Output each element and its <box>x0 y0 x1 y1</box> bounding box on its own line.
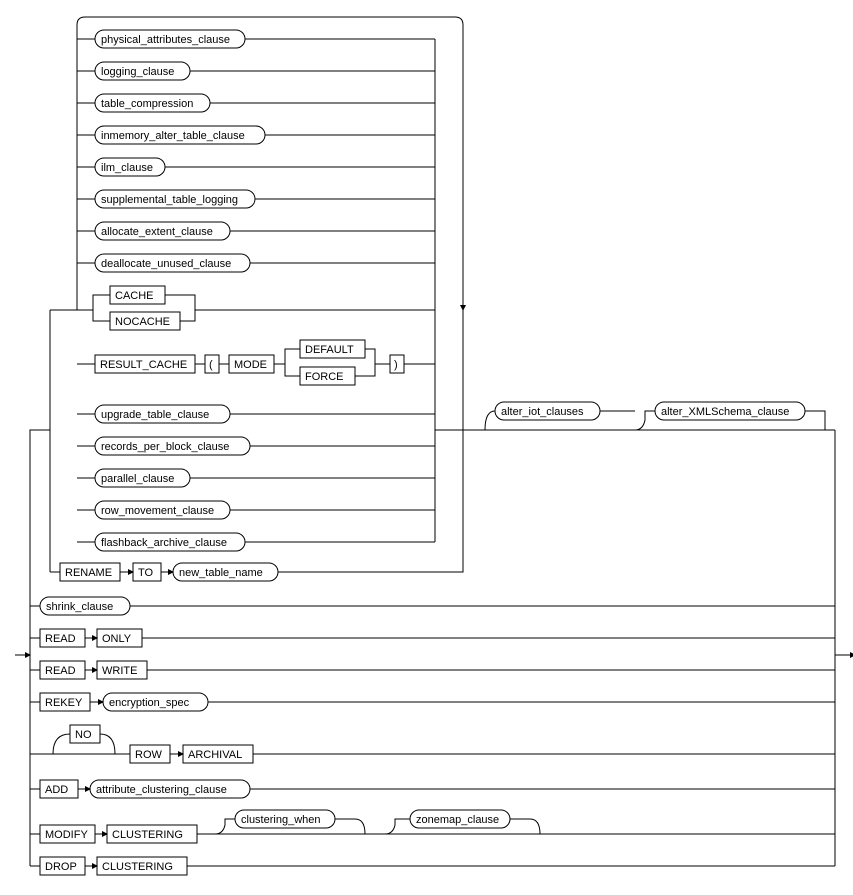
t-clustering1: CLUSTERING <box>112 829 183 841</box>
nt-inmemory: inmemory_alter_table_clause <box>101 130 245 142</box>
nt-deallocate: deallocate_unused_clause <box>101 258 231 270</box>
t-rename: RENAME <box>65 567 112 579</box>
nt-physical-attributes: physical_attributes_clause <box>101 34 230 46</box>
t-clustering2: CLUSTERING <box>102 861 173 873</box>
nt-records-per-block: records_per_block_clause <box>101 441 229 453</box>
t-to: TO <box>138 567 154 579</box>
t-write: WRITE <box>102 665 137 677</box>
t-read1: READ <box>45 633 76 645</box>
nt-row-movement: row_movement_clause <box>101 505 214 517</box>
nt-upgrade-table: upgrade_table_clause <box>101 409 209 421</box>
railroad-diagram: physical_attributes_clause logging_claus… <box>15 15 853 880</box>
t-drop: DROP <box>45 861 77 873</box>
t-only: ONLY <box>102 633 132 645</box>
t-no: NO <box>75 729 92 741</box>
nt-alter-xmlschema: alter_XMLSchema_clause <box>661 406 789 418</box>
nt-new-table-name: new_table_name <box>179 567 263 579</box>
t-lparen: ( <box>209 359 213 371</box>
nt-shrink: shrink_clause <box>46 601 113 613</box>
t-result-cache: RESULT_CACHE <box>100 359 187 371</box>
t-row: ROW <box>135 749 163 761</box>
t-force: FORCE <box>305 371 344 383</box>
t-nocache: NOCACHE <box>115 316 170 328</box>
t-cache: CACHE <box>115 290 154 302</box>
nt-logging-clause: logging_clause <box>101 66 174 78</box>
t-read2: READ <box>45 665 76 677</box>
nt-table-compression: table_compression <box>101 98 193 110</box>
nt-alter-iot: alter_iot_clauses <box>501 406 584 418</box>
nt-supplemental: supplemental_table_logging <box>101 194 238 206</box>
t-mode: MODE <box>234 359 267 371</box>
nt-ilm: ilm_clause <box>101 162 153 174</box>
t-add: ADD <box>45 784 68 796</box>
nt-flashback: flashback_archive_clause <box>101 537 227 549</box>
t-modify: MODIFY <box>45 829 88 841</box>
t-default: DEFAULT <box>305 344 354 356</box>
t-rekey: REKEY <box>45 697 83 709</box>
nt-encryption-spec: encryption_spec <box>109 697 190 709</box>
nt-zonemap: zonemap_clause <box>416 814 499 826</box>
t-rparen: ) <box>394 359 398 371</box>
nt-allocate-extent: allocate_extent_clause <box>101 226 213 238</box>
nt-parallel: parallel_clause <box>101 473 174 485</box>
t-archival: ARCHIVAL <box>188 749 242 761</box>
nt-attr-clustering: attribute_clustering_clause <box>96 784 227 796</box>
nt-clustering-when: clustering_when <box>241 814 321 826</box>
